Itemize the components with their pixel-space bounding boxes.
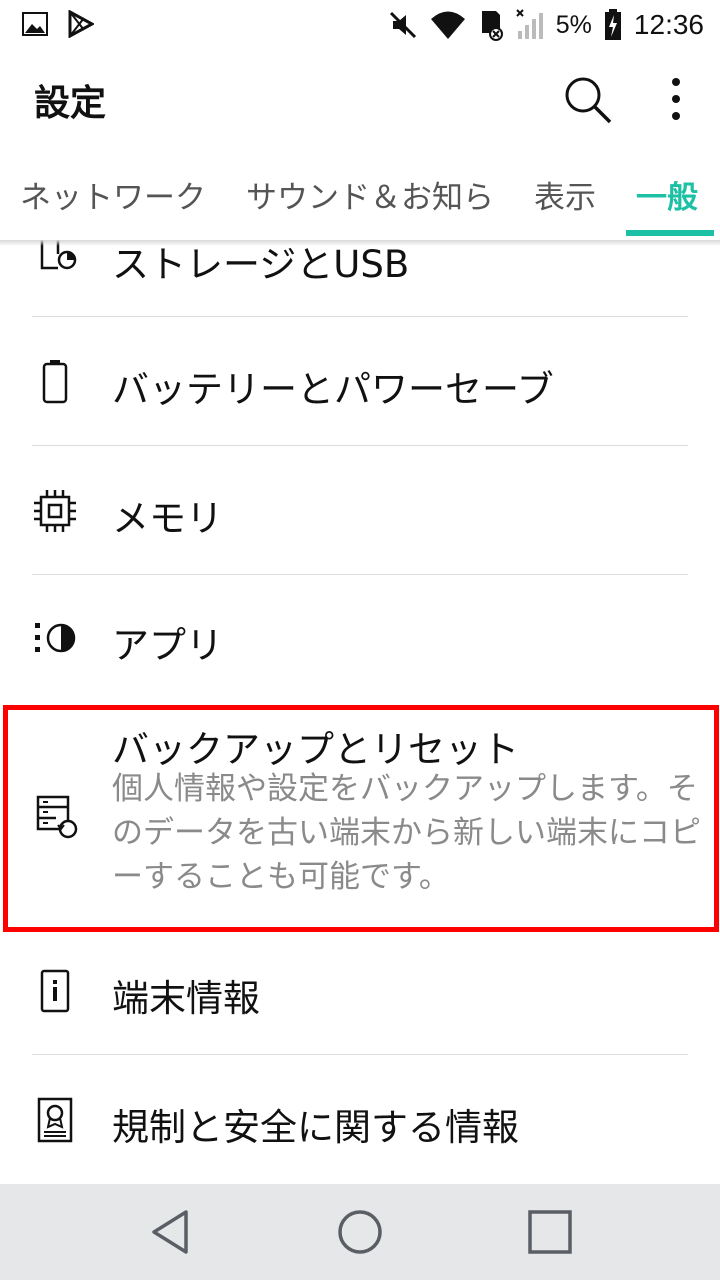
clock: 12:36 [633, 9, 704, 40]
battery-percent: 5% [555, 10, 592, 39]
gallery-icon [22, 12, 48, 36]
settings-item-label: メモリ [112, 497, 223, 540]
storage-icon [40, 240, 77, 270]
settings-item-battery[interactable]: バッテリーとパワーセーブ [0, 317, 720, 445]
apps-icon [35, 623, 76, 653]
tab-bar-shadow [0, 240, 720, 246]
search-button[interactable] [560, 72, 616, 128]
tab-general[interactable]: 一般 [636, 172, 698, 217]
info-icon [40, 969, 70, 1013]
highlight-box [3, 705, 719, 932]
tab-display[interactable]: 表示 [534, 172, 596, 217]
settings-item-label: アプリ [112, 624, 223, 667]
battery-icon [42, 360, 68, 404]
status-bar: 5% 12:36 [0, 0, 720, 50]
recents-button[interactable] [524, 1206, 576, 1258]
search-icon [565, 77, 612, 124]
more-options-button[interactable] [652, 72, 700, 128]
settings-item-label: バッテリーとパワーセーブ [112, 368, 554, 411]
tab-bar: ネットワーク サウンド＆お知ら 表示 一般 [0, 146, 720, 240]
settings-item-label: 端末情報 [112, 977, 260, 1020]
settings-item-device-info[interactable]: 端末情報 [0, 928, 720, 1054]
settings-item-memory[interactable]: メモリ [0, 446, 720, 574]
memory-chip-icon [34, 490, 76, 532]
settings-list: ストレージとUSB バッテリーとパワーセーブ メモリ アプリ バックアップとリセ… [0, 240, 720, 1184]
more-vert-icon [672, 78, 680, 120]
battery-charging-icon [604, 9, 621, 40]
mute-icon [389, 11, 416, 39]
signal-icon [516, 9, 543, 39]
settings-item-regulatory-safety[interactable]: 規制と安全に関する情報 [0, 1055, 720, 1183]
page-title: 設定 [34, 83, 107, 124]
settings-item-storage[interactable]: ストレージとUSB [0, 240, 720, 316]
certificate-icon [37, 1097, 73, 1143]
home-circle-icon [338, 1210, 382, 1254]
sd-card-icon [481, 11, 503, 41]
tab-network[interactable]: ネットワーク [20, 172, 206, 217]
back-triangle-icon [152, 1210, 188, 1254]
play-store-icon [68, 10, 94, 38]
home-button[interactable] [334, 1206, 386, 1258]
tab-sound-notification[interactable]: サウンド＆お知ら [246, 172, 504, 217]
settings-item-label: 規制と安全に関する情報 [112, 1106, 519, 1149]
settings-item-apps[interactable]: アプリ [0, 575, 720, 703]
wifi-icon [430, 11, 465, 39]
settings-item-label: ストレージとUSB [112, 243, 410, 286]
back-button[interactable] [146, 1206, 198, 1258]
app-bar: 設定 [0, 50, 720, 146]
navigation-bar [0, 1184, 720, 1280]
tab-indicator [626, 230, 714, 236]
recents-square-icon [528, 1210, 572, 1254]
